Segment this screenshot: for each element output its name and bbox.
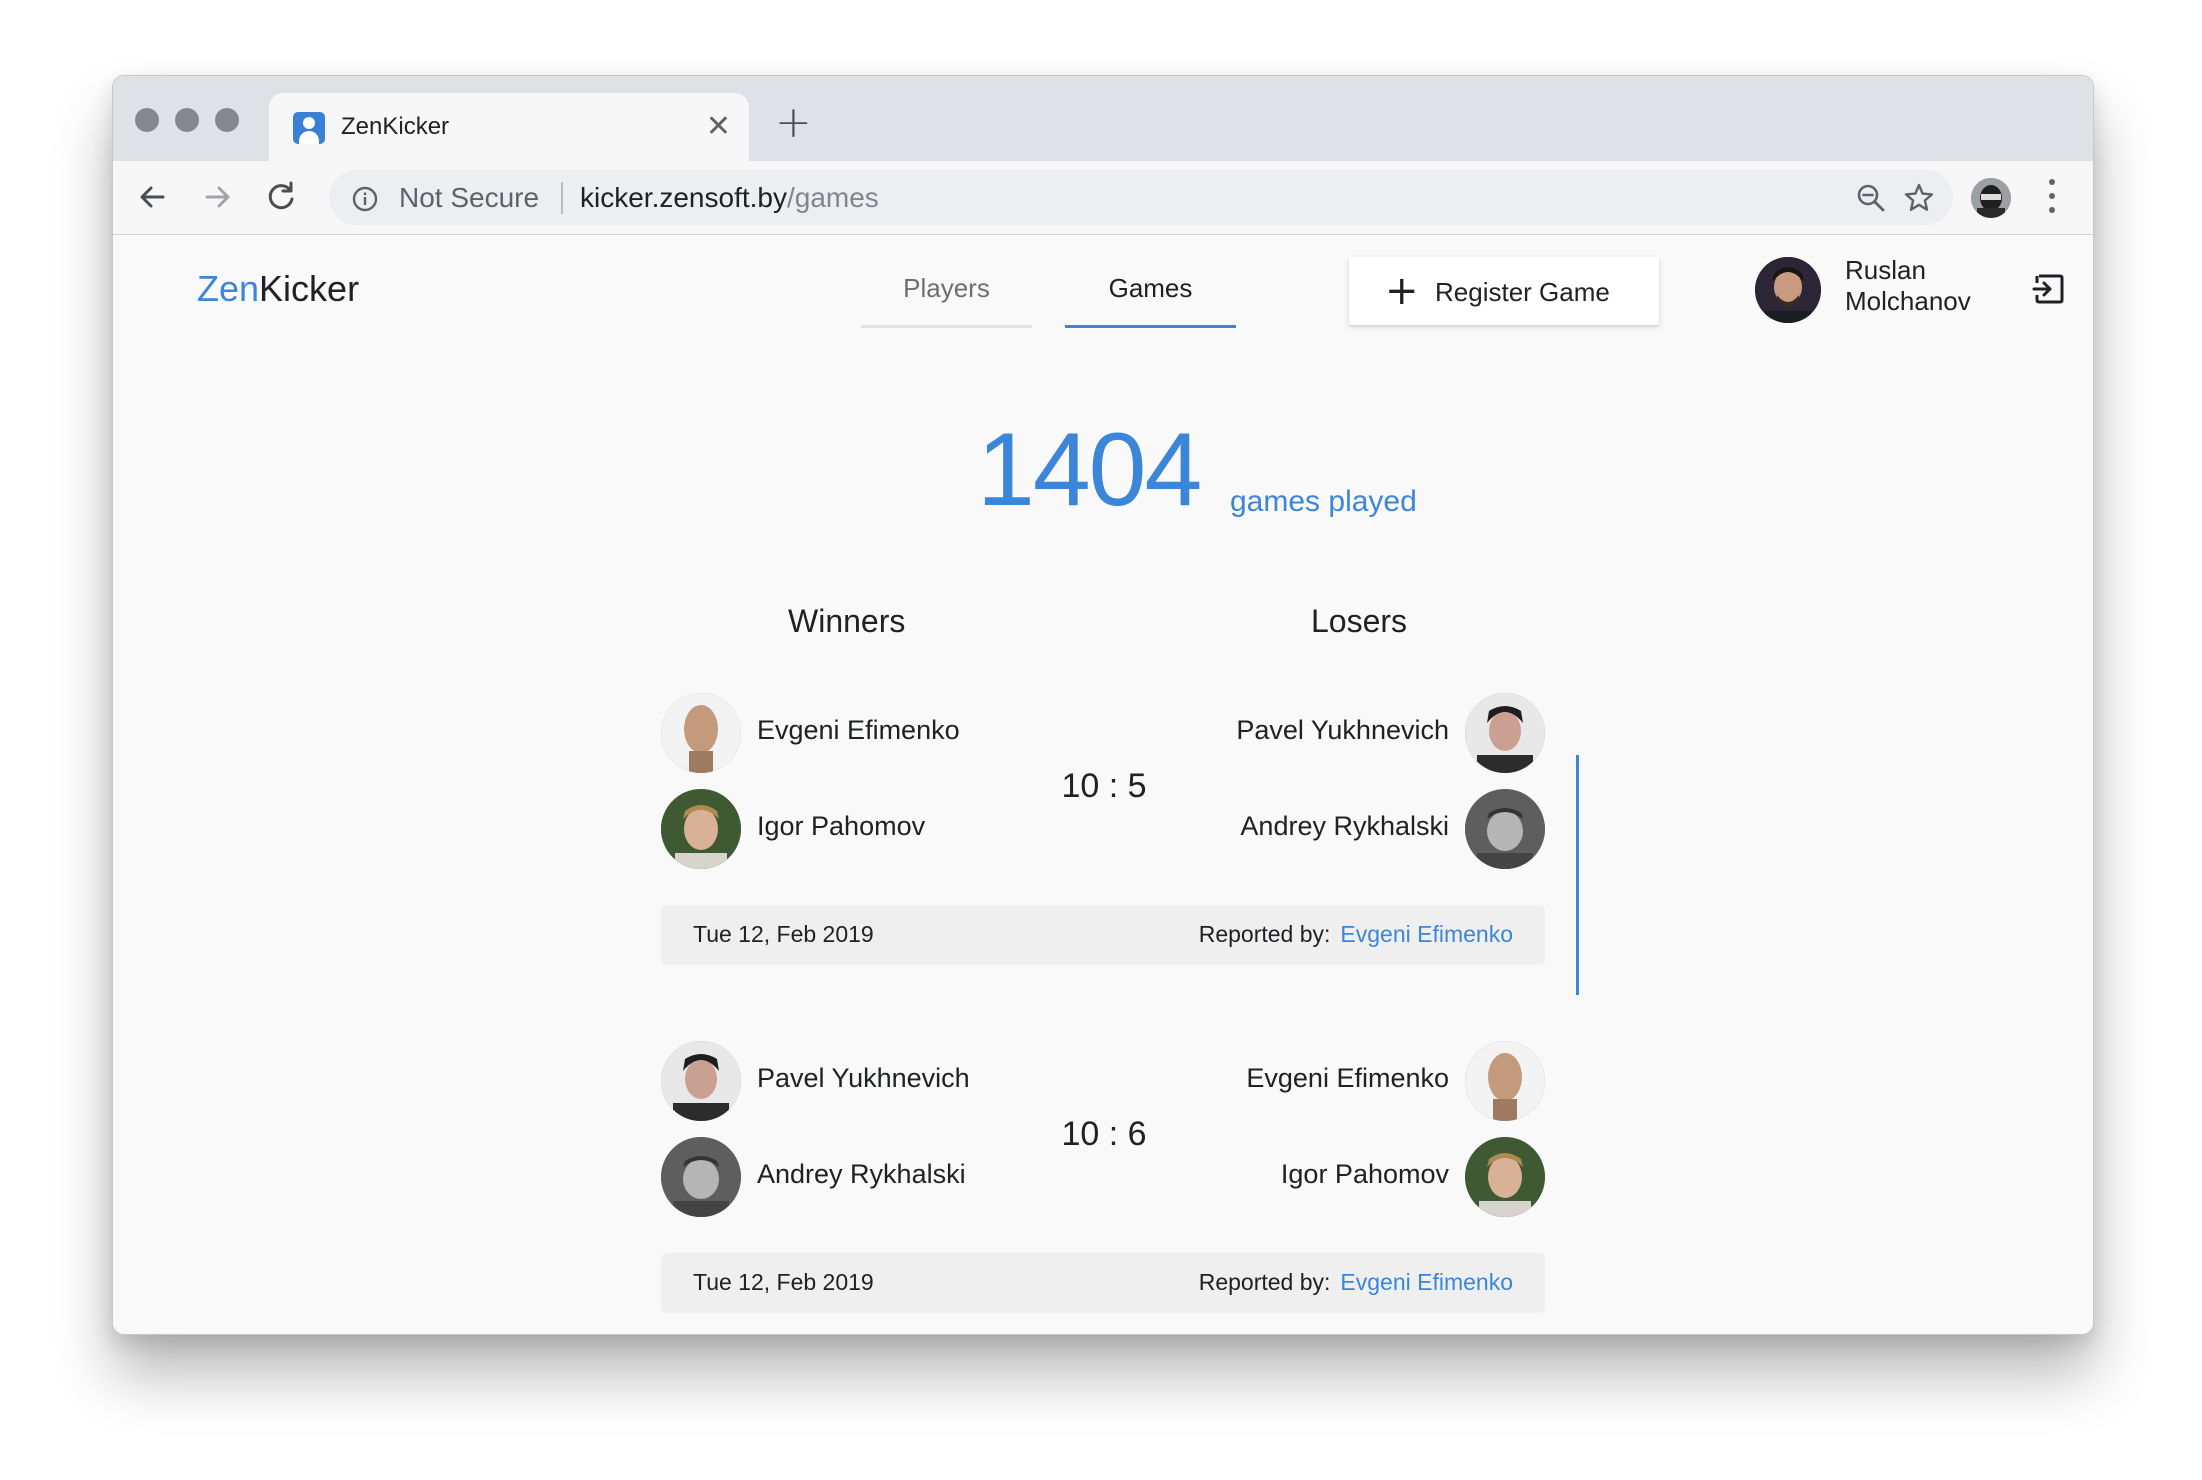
tab-players-underline (861, 325, 1032, 328)
winner-player[interactable]: Pavel Yukhnevich (661, 1041, 1061, 1121)
browser-window: ZenKicker ✕ + Not Secure kicker.zensoft.… (112, 75, 2094, 1335)
window-zoom-button[interactable] (215, 108, 239, 132)
loser-player[interactable]: Pavel Yukhnevich (1145, 693, 1545, 773)
player-name: Igor Pahomov (757, 811, 926, 841)
winners-heading: Winners (788, 603, 906, 639)
player-name: Evgeni Efimenko (757, 715, 960, 745)
tab-games[interactable]: Games (1065, 273, 1236, 328)
player-avatar (1465, 1137, 1545, 1217)
player-name: Andrey Rykhalski (1240, 811, 1449, 841)
logo-zen: Zen (197, 268, 260, 309)
forward-arrow-icon[interactable] (195, 175, 239, 219)
info-icon[interactable] (351, 185, 379, 213)
browser-tab[interactable]: ZenKicker ✕ (269, 93, 749, 161)
game-card: Evgeni Efimenko Igor Pahomov 10 : 5 Pave… (661, 693, 1545, 993)
security-label: Not Secure (399, 182, 540, 213)
loser-player[interactable]: Andrey Rykhalski (1145, 789, 1545, 869)
page-content: ZenKicker Players Games + Register Game … (113, 235, 2093, 1334)
games-count-label: games played (1230, 485, 1417, 518)
games-count: 1404 (977, 412, 1202, 528)
player-name: Pavel Yukhnevich (1236, 715, 1449, 745)
player-avatar (1465, 693, 1545, 773)
tab-games-underline (1065, 325, 1236, 328)
logout-icon[interactable] (2031, 272, 2065, 306)
browser-toolbar: Not Secure kicker.zensoft.by/games (113, 161, 2093, 235)
register-game-label: Register Game (1435, 277, 1610, 307)
new-tab-button[interactable]: + (775, 101, 812, 145)
user-name: Ruslan Molchanov (1845, 255, 2005, 317)
tab-title: ZenKicker (341, 113, 450, 140)
winner-player[interactable]: Evgeni Efimenko (661, 693, 1061, 773)
reported-by: Reported by: Evgeni Efimenko (1199, 921, 1513, 948)
reported-by-label: Reported by: (1198, 921, 1331, 947)
reported-by: Reported by: Evgeni Efimenko (1199, 1269, 1513, 1296)
favicon-icon (293, 112, 325, 144)
reload-icon[interactable] (259, 175, 303, 219)
game-card: Pavel Yukhnevich Andrey Rykhalski 10 : 6… (661, 1041, 1545, 1334)
games-list-scrollbar[interactable] (1576, 755, 1579, 995)
losers-heading: Losers (1311, 603, 1408, 639)
game-score: 10 : 5 (1061, 767, 1147, 805)
player-avatar (661, 1041, 741, 1121)
player-avatar (1465, 789, 1545, 869)
address-bar[interactable]: Not Secure kicker.zensoft.by/games (329, 170, 1953, 225)
back-arrow-icon[interactable] (131, 175, 175, 219)
user-first-name: Ruslan (1845, 255, 1926, 285)
player-name: Andrey Rykhalski (757, 1159, 966, 1189)
tab-games-label: Games (1108, 273, 1193, 303)
game-date: Tue 12, Feb 2019 (693, 1269, 874, 1295)
browser-profile-avatar[interactable] (1971, 178, 2011, 218)
app-logo[interactable]: ZenKicker (197, 268, 359, 310)
tab-players[interactable]: Players (861, 273, 1032, 328)
reporter-link[interactable]: Evgeni Efimenko (1340, 921, 1513, 947)
player-avatar (661, 693, 741, 773)
player-avatar (661, 789, 741, 869)
reported-by-label: Reported by: (1198, 1269, 1331, 1295)
winner-player[interactable]: Andrey Rykhalski (661, 1137, 1061, 1217)
game-footer: Tue 12, Feb 2019 Reported by: Evgeni Efim… (661, 905, 1545, 965)
game-date: Tue 12, Feb 2019 (693, 921, 874, 947)
bookmark-star-icon[interactable] (1903, 182, 1935, 214)
register-game-button[interactable]: + Register Game (1349, 257, 1659, 325)
url-path: /games (786, 182, 879, 213)
game-footer: Tue 12, Feb 2019 Reported by: Evgeni Efim… (661, 1253, 1545, 1313)
player-name: Evgeni Efimenko (1246, 1063, 1449, 1093)
browser-menu-icon[interactable] (2048, 179, 2056, 217)
url-text: kicker.zensoft.by/games (580, 182, 879, 214)
url-divider (561, 182, 563, 214)
player-avatar (661, 1137, 741, 1217)
logo-kicker: Kicker (259, 268, 360, 309)
url-host: kicker.zensoft.by (580, 182, 787, 213)
winner-player[interactable]: Igor Pahomov (661, 789, 1061, 869)
loser-player[interactable]: Igor Pahomov (1145, 1137, 1545, 1217)
player-avatar (1465, 1041, 1545, 1121)
zoom-icon[interactable] (1855, 182, 1887, 214)
reporter-link[interactable]: Evgeni Efimenko (1340, 1269, 1513, 1295)
window-close-button[interactable] (135, 108, 159, 132)
plus-icon: + (1385, 268, 1419, 314)
loser-player[interactable]: Evgeni Efimenko (1145, 1041, 1545, 1121)
user-avatar[interactable] (1755, 257, 1821, 323)
window-minimize-button[interactable] (175, 108, 199, 132)
player-name: Igor Pahomov (1280, 1159, 1449, 1189)
game-score: 10 : 6 (1061, 1115, 1147, 1153)
tab-strip: ZenKicker ✕ + (113, 76, 2093, 161)
tab-close-icon[interactable]: ✕ (706, 107, 731, 147)
tab-players-label: Players (903, 273, 990, 303)
player-name: Pavel Yukhnevich (757, 1063, 970, 1093)
user-last-name: Molchanov (1845, 286, 1971, 316)
